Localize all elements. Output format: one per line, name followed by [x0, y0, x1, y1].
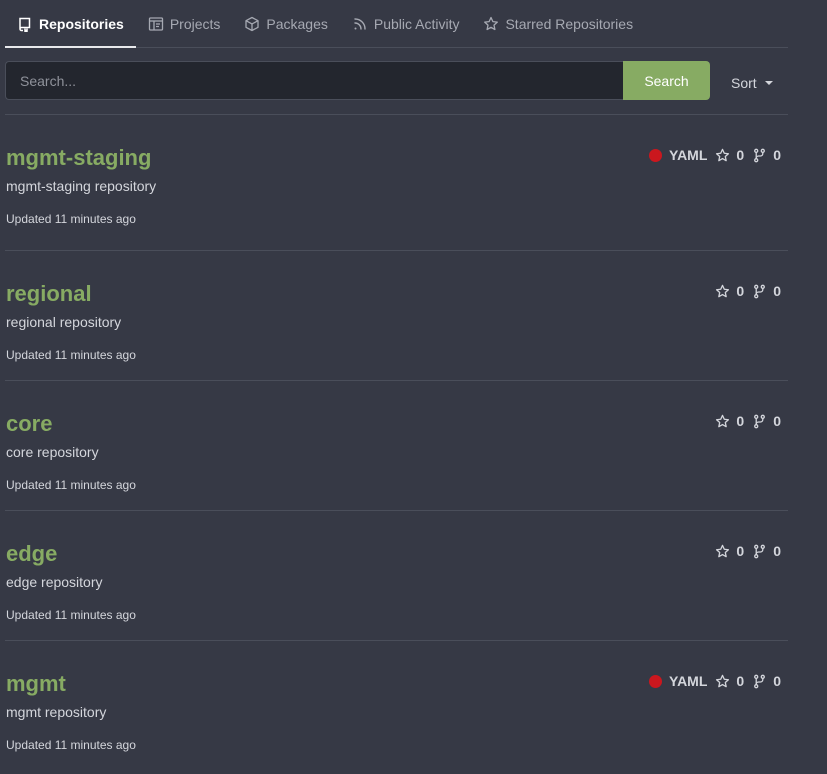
rss-icon: [352, 16, 368, 32]
repo-description: core repository: [6, 444, 99, 460]
star-count: 0: [736, 147, 745, 163]
tab-label: Starred Repositories: [505, 15, 634, 32]
repo-updated-time: Updated 11 minutes ago: [6, 608, 136, 622]
tab-bar: Repositories Projects Packages Public Ac…: [5, 0, 788, 48]
repo-updated-time: Updated 11 minutes ago: [6, 478, 136, 492]
caret-down-icon: [764, 81, 773, 85]
repo-icon: [17, 16, 33, 32]
fork-count: 0: [773, 413, 781, 429]
repo-name-link[interactable]: edge: [6, 541, 57, 567]
fork-icon[interactable]: [752, 148, 767, 163]
repo-item: regional regional repository Updated 11 …: [5, 250, 788, 380]
star-icon[interactable]: [715, 544, 730, 559]
repo-meta: YAML 0 0: [649, 673, 781, 689]
repo-meta: 0 0: [715, 543, 781, 559]
fork-icon[interactable]: [752, 544, 767, 559]
sort-dropdown[interactable]: Sort: [731, 74, 773, 92]
repo-item: edge edge repository Updated 11 minutes …: [5, 510, 788, 640]
page: Repositories Projects Packages Public Ac…: [0, 0, 827, 774]
tab-label: Public Activity: [373, 15, 460, 32]
repo-description: mgmt repository: [6, 704, 107, 720]
star-icon[interactable]: [715, 414, 730, 429]
star-icon: [483, 16, 499, 32]
repo-name-link[interactable]: regional: [6, 281, 92, 307]
star-count: 0: [736, 543, 745, 559]
star-count: 0: [736, 413, 745, 429]
fork-count: 0: [773, 283, 781, 299]
repo-description: mgmt-staging repository: [6, 178, 157, 194]
tab-packages[interactable]: Packages: [232, 0, 339, 47]
repo-description: edge repository: [6, 574, 103, 590]
star-icon[interactable]: [715, 674, 730, 689]
repo-updated-time: Updated 11 minutes ago: [6, 348, 136, 362]
star-count: 0: [736, 673, 745, 689]
language-color-dot: [649, 148, 663, 162]
repo-item: mgmt mgmt repository Updated 11 minutes …: [5, 640, 788, 770]
language-name: YAML: [669, 147, 708, 163]
star-icon[interactable]: [715, 148, 730, 163]
package-icon: [244, 16, 260, 32]
repo-meta: YAML 0 0: [649, 147, 781, 163]
fork-icon[interactable]: [752, 674, 767, 689]
repo-item: core core repository Updated 11 minutes …: [5, 380, 788, 510]
search-input[interactable]: [5, 61, 623, 100]
fork-icon[interactable]: [752, 414, 767, 429]
repo-meta: 0 0: [715, 413, 781, 429]
tab-label: Projects: [169, 15, 221, 32]
repo-updated-time: Updated 11 minutes ago: [6, 738, 136, 752]
repo-list: mgmt-staging mgmt-staging repository Upd…: [5, 114, 788, 770]
star-icon[interactable]: [715, 284, 730, 299]
fork-count: 0: [773, 543, 781, 559]
star-count: 0: [736, 283, 745, 299]
language-color-dot: [649, 674, 663, 688]
repo-name-link[interactable]: mgmt-staging: [6, 145, 151, 171]
language-name: YAML: [669, 673, 708, 689]
repo-updated-time: Updated 11 minutes ago: [6, 212, 136, 226]
tab-label: Packages: [266, 15, 328, 32]
fork-icon[interactable]: [752, 284, 767, 299]
fork-count: 0: [773, 673, 781, 689]
tab-starred-repositories[interactable]: Starred Repositories: [471, 0, 645, 47]
repo-name-link[interactable]: mgmt: [6, 671, 66, 697]
repo-name-link[interactable]: core: [6, 411, 52, 437]
sort-label: Sort: [731, 75, 757, 91]
search-button[interactable]: Search: [623, 61, 710, 100]
tab-repositories[interactable]: Repositories: [5, 0, 136, 48]
project-icon: [148, 16, 164, 32]
tab-label: Repositories: [39, 15, 124, 32]
tab-projects[interactable]: Projects: [136, 0, 233, 47]
fork-count: 0: [773, 147, 781, 163]
search-bar: Search Sort: [5, 61, 788, 100]
repo-description: regional repository: [6, 314, 122, 330]
repo-item: mgmt-staging mgmt-staging repository Upd…: [5, 114, 788, 250]
repo-meta: 0 0: [715, 283, 781, 299]
tab-public-activity[interactable]: Public Activity: [340, 0, 472, 47]
